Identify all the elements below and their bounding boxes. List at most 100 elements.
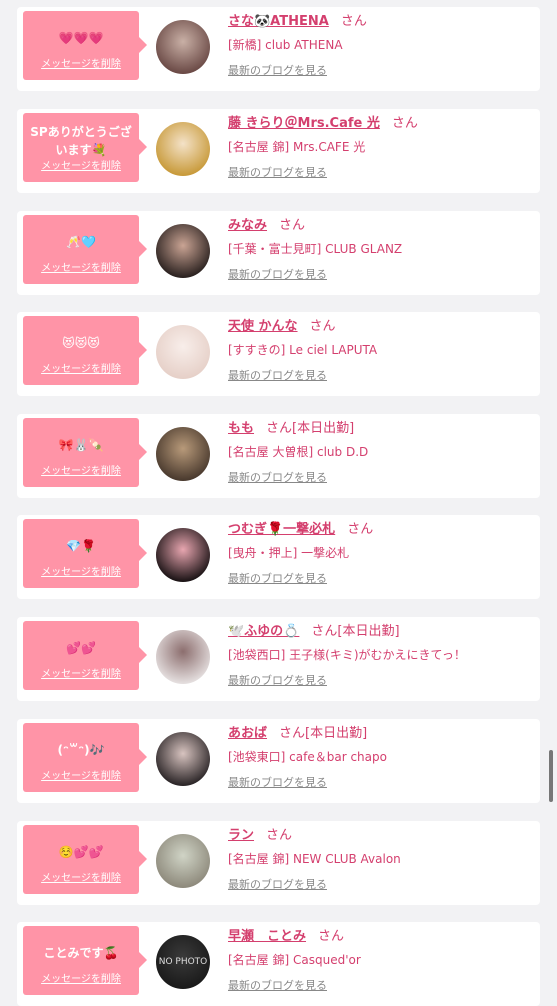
message-card: SPありがとうござ います💐 メッセージを削除 藤 きらり＠Mrs.Cafe 光さん… [17,109,540,193]
message-bubble: 💎🌹 メッセージを削除 [23,519,147,588]
name-line: 🕊️ふゆの💍 さん[本日出勤] [228,623,532,641]
latest-blog-link[interactable]: 最新のブログを見る [228,166,327,180]
avatar-placeholder-text: NO PHOTO [158,957,208,967]
delete-message-link[interactable]: メッセージを削除 [23,259,139,274]
latest-blog-link[interactable]: 最新のブログを見る [228,268,327,282]
attendance-status: [本日出勤] [305,726,368,741]
name-line: 天使 かんな さん [228,318,532,336]
delete-message-link[interactable]: メッセージを削除 [23,869,139,884]
scrollbar[interactable] [549,750,553,802]
san-label: さん [311,624,338,639]
message-card: 💗💗💗 メッセージを削除 さな🐼ATHENA さん [新橋] club ATHENA 最新… [17,7,540,91]
avatar[interactable] [156,122,210,176]
shop-name: [名古屋 錦] NEW CLUB Avalon [228,852,401,866]
delete-message-link[interactable]: メッセージを削除 [23,665,139,680]
latest-blog-link[interactable]: 最新のブログを見る [228,369,327,383]
bubble-message-text: ことみです🍒 [43,946,119,960]
shop-name: [名古屋 錦] Casqued'or [228,953,361,967]
cast-name-link[interactable]: あおば [228,726,267,741]
delete-message-link[interactable]: メッセージを削除 [23,360,139,375]
card-info: ラン さん [名古屋 錦] NEW CLUB Avalon 最新のブログを見る [228,827,532,892]
card-info: つむぎ🌹一撃必札 さん [曳舟・押上] 一撃必札 最新のブログを見る [228,521,532,586]
delete-message-link[interactable]: メッセージを削除 [23,563,139,578]
cast-name-link[interactable]: つむぎ🌹一撃必札 [228,522,335,537]
cast-name-link[interactable]: ラン [228,828,254,843]
name-line: もも さん[本日出勤] [228,420,532,438]
bubble-message-text: ☺️💕💕 [58,845,104,859]
delete-message-link[interactable]: メッセージを削除 [23,462,139,477]
name-line: ラン さん [228,827,532,845]
shop-name: [千葉・富士見町] CLUB GLANZ [228,242,403,256]
san-label: さん [266,828,293,843]
bubble-message-text: 💎🌹 [66,539,96,553]
message-bubble: 🥂🩵 メッセージを削除 [23,215,147,284]
avatar[interactable] [156,630,210,684]
latest-blog-link[interactable]: 最新のブログを見る [228,776,327,790]
cast-name-link[interactable]: もも [228,421,254,436]
delete-message-link[interactable]: メッセージを削除 [23,767,139,782]
avatar[interactable] [156,427,210,481]
bubble-message-text: 😻😻😻 [62,336,100,350]
message-card: ☺️💕💕 メッセージを削除 ラン さん [名古屋 錦] NEW CLUB Avalon 最… [17,821,540,905]
card-info: さな🐼ATHENA さん [新橋] club ATHENA 最新のブログを見る [228,13,532,78]
name-line: さな🐼ATHENA さん [228,13,532,31]
avatar[interactable]: NO PHOTO [156,935,210,989]
shop-name: [すすきの] Le ciel LAPUTA [228,343,378,357]
san-label: さん [309,319,336,334]
san-label: さん [347,522,374,537]
message-bubble: ☺️💕💕 メッセージを削除 [23,825,147,894]
latest-blog-link[interactable]: 最新のブログを見る [228,979,327,993]
message-bubble: 🎀🐰🍡 メッセージを削除 [23,418,147,487]
name-line: つむぎ🌹一撃必札 さん [228,521,532,539]
card-info: みなみ さん [千葉・富士見町] CLUB GLANZ 最新のブログを見る [228,217,532,282]
bubble-message-text: 🎀🐰🍡 [58,438,104,452]
avatar[interactable] [156,224,210,278]
name-line: あおば さん[本日出勤] [228,725,532,743]
name-line: 早瀬 ことみ さん [228,928,532,946]
san-label: さん [279,218,306,233]
card-info: 早瀬 ことみ さん [名古屋 錦] Casqued'or 最新のブログを見る [228,928,532,993]
shop-name: [曳舟・押上] 一撃必札 [228,546,350,560]
bubble-message-text: 💕💕 [66,641,96,655]
attendance-status: [本日出勤] [292,421,355,436]
card-info: もも さん[本日出勤] [名古屋 大曽根] club D.D 最新のブログを見る [228,420,532,485]
message-card: 💕💕 メッセージを削除 🕊️ふゆの💍 さん[本日出勤] [池袋西口] 王子様(キミ)がむ… [17,617,540,701]
latest-blog-link[interactable]: 最新のブログを見る [228,572,327,586]
avatar[interactable] [156,732,210,786]
cast-name-link[interactable]: 藤 きらり＠Mrs.Cafe 光 [228,116,380,131]
name-line: 藤 きらり＠Mrs.Cafe 光さん [228,115,532,133]
cast-name-link[interactable]: みなみ [228,218,267,233]
latest-blog-link[interactable]: 最新のブログを見る [228,674,327,688]
cast-name-link[interactable]: 🕊️ふゆの💍 [228,624,299,639]
message-card: 🥂🩵 メッセージを削除 みなみ さん [千葉・富士見町] CLUB GLANZ 最新のブロ… [17,211,540,295]
delete-message-link[interactable]: メッセージを削除 [23,157,139,172]
cast-name-link[interactable]: さな🐼ATHENA [228,14,329,29]
card-info: 藤 きらり＠Mrs.Cafe 光さん [名古屋 錦] Mrs.CAFE 光最新のブ… [228,115,532,180]
message-card: 😻😻😻 メッセージを削除 天使 かんな さん [すすきの] Le ciel LAPUTA… [17,312,540,396]
san-label: さん [340,14,367,29]
delete-message-link[interactable]: メッセージを削除 [23,55,139,70]
shop-name: [池袋西口] 王子様(キミ)がむかえにきてっ！ [228,648,466,662]
latest-blog-link[interactable]: 最新のブログを見る [228,878,327,892]
latest-blog-link[interactable]: 最新のブログを見る [228,471,327,485]
avatar[interactable] [156,20,210,74]
message-card: ことみです🍒 メッセージを削除 NO PHOTO 早瀬 ことみ さん [名古屋 錦] Ca… [17,922,540,1006]
delete-message-link[interactable]: メッセージを削除 [23,970,139,985]
message-bubble: ことみです🍒 メッセージを削除 [23,926,147,995]
card-info: 🕊️ふゆの💍 さん[本日出勤] [池袋西口] 王子様(キミ)がむかえにきてっ！ 最新の… [228,623,532,688]
shop-name: [池袋東口] cafe＆bar chapo [228,750,387,764]
message-card: (ᵔ꒳ᵔ)🎶 メッセージを削除 あおば さん[本日出勤] [池袋東口] cafe＆bar… [17,719,540,803]
avatar[interactable] [156,325,210,379]
shop-name: [新橋] club ATHENA [228,38,343,52]
san-label: さん [391,116,418,131]
avatar[interactable] [156,528,210,582]
bubble-message-text: 🥂🩵 [66,235,96,249]
latest-blog-link[interactable]: 最新のブログを見る [228,64,327,78]
attendance-status: [本日出勤] [337,624,400,639]
cast-name-link[interactable]: 早瀬 ことみ [228,929,306,944]
message-bubble: (ᵔ꒳ᵔ)🎶 メッセージを削除 [23,723,147,792]
message-bubble: 💕💕 メッセージを削除 [23,621,147,690]
cast-name-link[interactable]: 天使 かんな [228,319,298,334]
message-bubble: 😻😻😻 メッセージを削除 [23,316,147,385]
avatar[interactable] [156,834,210,888]
